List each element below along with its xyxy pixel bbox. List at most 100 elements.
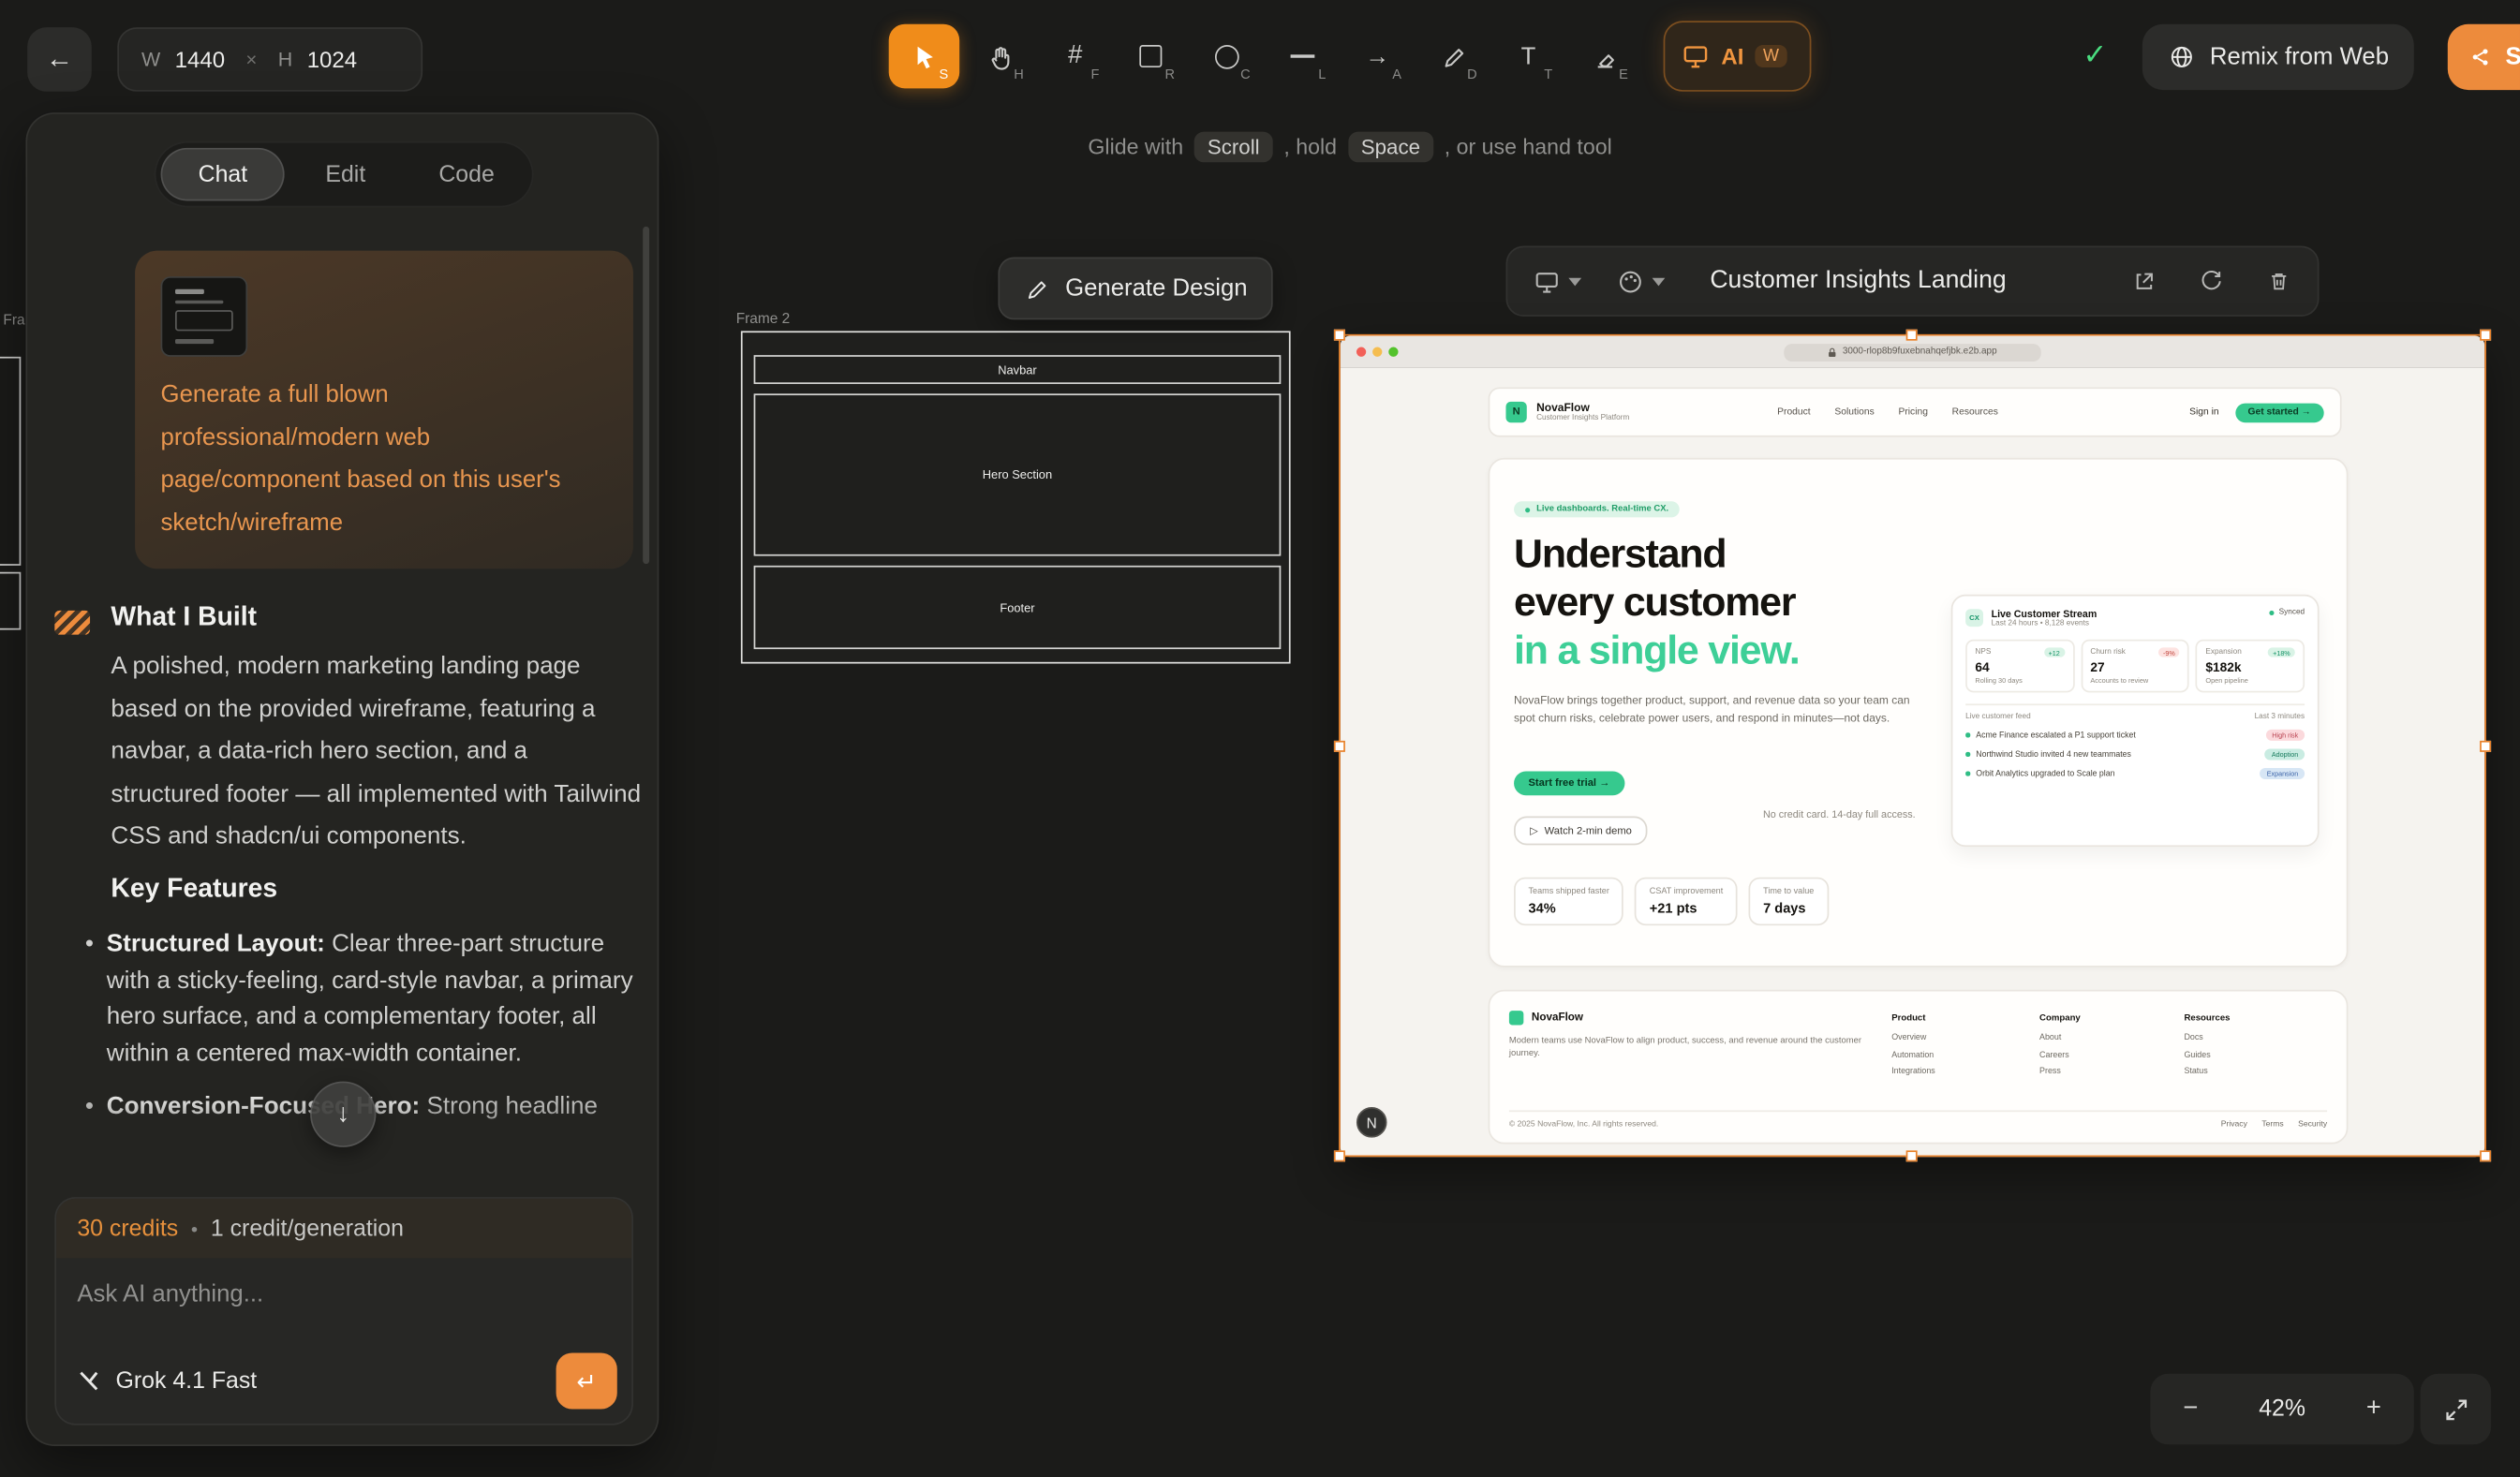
frame2-label[interactable]: Frame 2 [736,310,790,326]
footer-link[interactable]: Integrations [1891,1064,1935,1081]
site-nav-link[interactable]: Resources [1952,407,1998,417]
edge-frame-box[interactable] [0,357,21,566]
footer-link[interactable]: Status [2184,1064,2230,1081]
chat-input[interactable]: Ask AI anything... [77,1280,611,1307]
open-external-button[interactable] [2131,268,2157,293]
delete-button[interactable] [2266,268,2291,293]
tool-eraser[interactable]: E [1568,24,1638,89]
site-nav-link[interactable]: Product [1777,407,1810,417]
metric-badge: +12 [2043,647,2064,657]
preview-title[interactable]: Customer Insights Landing [1710,267,2006,296]
remix-from-web-button[interactable]: Remix from Web [2142,24,2415,90]
footer-link[interactable]: Docs [2184,1030,2230,1047]
wireframe-hero[interactable]: Hero Section [754,393,1282,555]
footer-link[interactable]: Press [2039,1064,2081,1081]
footer-link[interactable]: Guides [2184,1047,2230,1064]
resize-handle[interactable] [2480,1150,2491,1161]
tab-chat[interactable]: Chat [161,148,286,201]
device-selector[interactable] [1534,268,1581,295]
resize-handle[interactable] [2480,330,2491,341]
ai-tool-label: AI [1721,43,1743,68]
theme-selector[interactable] [1617,268,1665,295]
user-prompt-text: Generate a full blown professional/moder… [161,375,608,545]
tool-draw[interactable]: D [1417,24,1488,89]
traffic-light-close-icon [1356,347,1366,357]
globe-icon [2168,43,2195,70]
tool-text[interactable]: T T [1493,24,1564,89]
share-label: S [2506,43,2520,70]
space-keycap: Space [1348,132,1433,163]
site-footer: NovaFlow Modern teams use NovaFlow to al… [1489,990,2349,1145]
footer-link[interactable]: Automation [1891,1047,1935,1064]
play-icon: ▷ [1530,824,1538,837]
resize-handle[interactable] [1906,330,1918,341]
height-label: H [278,48,292,70]
site-hero-section: Live dashboards. Real-time CX. Understan… [1489,458,2349,967]
rectangle-icon [1139,45,1162,67]
bullet-icon: • [85,927,94,1071]
credits-amount: 30 credits [77,1216,178,1241]
metric-tile: Churn risk-9% 27 Accounts to review [2081,640,2189,693]
resize-handle[interactable] [1906,1150,1918,1161]
edge-frame-box[interactable] [0,572,21,630]
stat-card: CSAT improvement +21 pts [1635,878,1737,925]
tool-arrow[interactable]: → A [1342,24,1412,89]
dashboard-title: Live Customer Stream [1992,609,2098,620]
metric-badge: +18% [2268,647,2295,657]
panel-scrollbar[interactable] [643,227,649,564]
feed-item: Acme Finance escalated a P1 support tick… [1965,730,2305,741]
monitor-icon [1681,42,1710,71]
footer-legal-link[interactable]: Security [2298,1120,2327,1130]
zoom-in-button[interactable]: + [2358,1395,2390,1424]
tool-hand[interactable]: H [964,24,1034,89]
zoom-level[interactable]: 42% [2259,1396,2305,1422]
fullscreen-button[interactable] [2421,1374,2491,1444]
resize-handle[interactable] [1334,330,1345,341]
feed-item: Orbit Analytics upgraded to Scale plan E… [1965,768,2305,779]
tool-select[interactable]: S [889,24,959,89]
tool-line[interactable]: L [1267,24,1337,89]
send-button[interactable]: ↵ [556,1353,617,1410]
zoom-out-button[interactable]: − [2174,1395,2206,1424]
scroll-to-bottom-button[interactable]: ↓ [310,1082,376,1147]
wireframe-thumbnail [161,276,248,357]
footer-link[interactable]: Careers [2039,1047,2081,1064]
footer-legal-link[interactable]: Privacy [2221,1120,2247,1130]
watch-demo-button[interactable]: ▷ Watch 2-min demo [1514,817,1648,846]
tool-ai[interactable]: AI W [1664,21,1812,91]
sign-in-link[interactable]: Sign in [2189,407,2218,417]
tab-edit[interactable]: Edit [285,148,406,201]
url-bar: 3000-rlop8b9fuxebnahqefjbk.e2b.app [1784,343,2040,361]
back-button[interactable]: ← [27,27,92,92]
model-selector[interactable]: Grok 4.1 Fast [116,1368,258,1394]
collaborator-avatar[interactable]: N [1356,1107,1387,1138]
tool-ellipse[interactable]: C [1191,24,1261,89]
start-free-trial-button[interactable]: Start free trial → [1514,771,1624,795]
share-button[interactable]: S [2448,24,2520,90]
footer-link[interactable]: About [2039,1030,2081,1047]
footer-legal-link[interactable]: Terms [2261,1120,2283,1130]
site-nav-link[interactable]: Solutions [1834,407,1874,417]
generate-design-button[interactable]: Generate Design [998,257,1272,319]
preview-window[interactable]: 3000-rlop8b9fuxebnahqefjbk.e2b.app N Nov… [1341,336,2484,1158]
site-nav-link[interactable]: Pricing [1898,407,1927,417]
pencil-icon [1023,275,1048,301]
resize-handle[interactable] [2480,741,2491,752]
tool-rectangle[interactable]: R [1116,24,1186,89]
resize-handle[interactable] [1334,1150,1345,1161]
stat-card: Time to value 7 days [1749,878,1829,925]
tab-code[interactable]: Code [406,148,526,201]
frame2-wireframe[interactable]: Navbar Hero Section Footer [741,331,1291,663]
wireframe-hero-label: Hero Section [983,467,1052,481]
wireframe-navbar[interactable]: Navbar [754,355,1282,384]
resize-handle[interactable] [1334,741,1345,752]
refresh-button[interactable] [2199,268,2224,293]
tool-frame[interactable]: # F [1040,24,1110,89]
width-input[interactable]: 1440 [175,47,225,72]
footer-link[interactable]: Overview [1891,1030,1935,1047]
footer-column: Product Overview Automation Integrations [1891,1014,1935,1081]
preview-toolbar: Customer Insights Landing [1505,245,2319,316]
wireframe-footer[interactable]: Footer [754,566,1282,649]
height-input[interactable]: 1024 [307,47,357,72]
get-started-button[interactable]: Get started → [2235,403,2324,422]
